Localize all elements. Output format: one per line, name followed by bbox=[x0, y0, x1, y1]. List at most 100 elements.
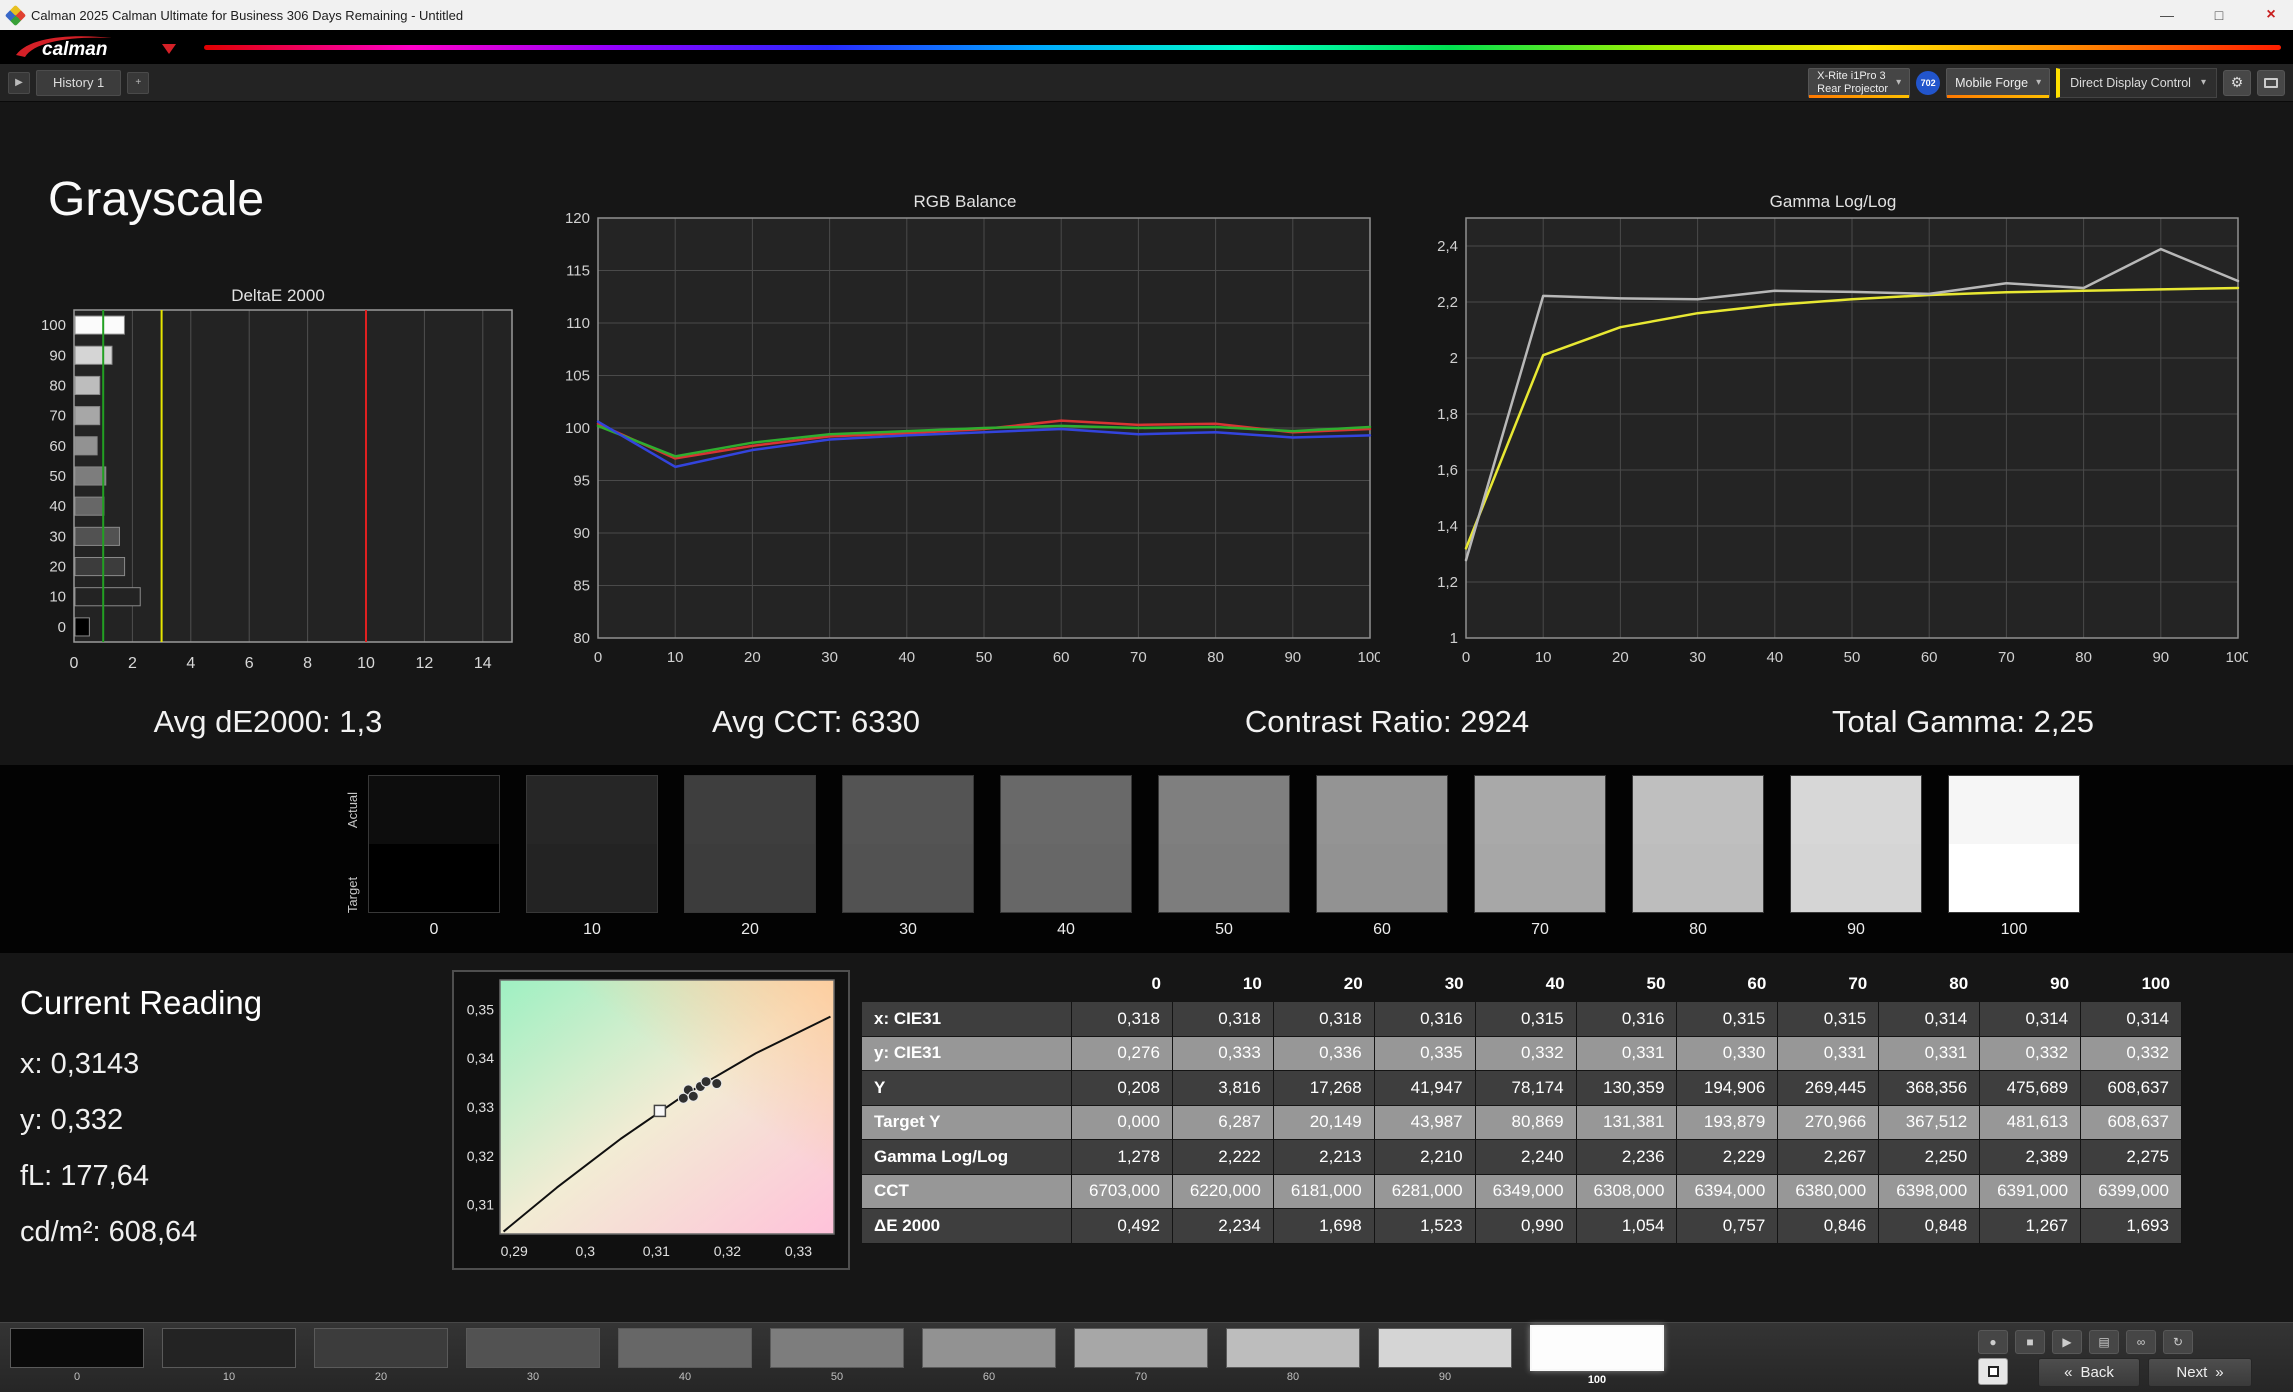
svg-text:10: 10 bbox=[1535, 649, 1552, 666]
swatch-level-label: 90 bbox=[1847, 921, 1865, 939]
swatch-level-label: 10 bbox=[583, 921, 601, 939]
pattern-button-10[interactable]: 10 bbox=[162, 1328, 296, 1383]
settings-button[interactable]: ⚙ bbox=[2223, 70, 2251, 96]
pattern-source-select[interactable]: Mobile Forge ▾ bbox=[1946, 68, 2050, 98]
display-control-select[interactable]: Direct Display Control ▾ bbox=[2056, 68, 2217, 98]
svg-text:40: 40 bbox=[898, 649, 915, 666]
pattern-button-0[interactable]: 0 bbox=[10, 1328, 144, 1383]
pattern-button-70[interactable]: 70 bbox=[1074, 1328, 1208, 1383]
continuous-button[interactable]: ∞ bbox=[2126, 1330, 2156, 1354]
page-title: Grayscale bbox=[48, 172, 264, 227]
swatch-actual-half bbox=[527, 776, 657, 844]
table-cell: 2,222 bbox=[1173, 1140, 1274, 1174]
table-row: Y0,2083,81617,26841,94778,174130,359194,… bbox=[862, 1071, 2182, 1106]
svg-text:0,32: 0,32 bbox=[467, 1148, 494, 1164]
stop-button[interactable]: ■ bbox=[2015, 1330, 2045, 1354]
table-cell: 367,512 bbox=[1879, 1106, 1980, 1140]
save-icon: ▤ bbox=[2098, 1335, 2109, 1349]
back-button[interactable]: « Back bbox=[2038, 1358, 2140, 1387]
svg-text:30: 30 bbox=[1689, 649, 1706, 666]
current-reading-fl: fL: 177,64 bbox=[20, 1160, 149, 1193]
svg-text:70: 70 bbox=[49, 408, 66, 425]
maximize-button[interactable]: □ bbox=[2197, 0, 2241, 30]
calman-app-window: Calman 2025 Calman Ultimate for Business… bbox=[0, 0, 2293, 1392]
swatch-patch bbox=[368, 775, 500, 913]
pattern-button-40[interactable]: 40 bbox=[618, 1328, 752, 1383]
swatch-actual-half bbox=[1949, 776, 2079, 844]
pattern-label: 10 bbox=[223, 1371, 235, 1383]
svg-text:0,33: 0,33 bbox=[785, 1243, 812, 1259]
minimize-button[interactable]: — bbox=[2145, 0, 2189, 30]
play-button[interactable]: ▶ bbox=[2052, 1330, 2082, 1354]
pattern-patch bbox=[10, 1328, 144, 1368]
next-button[interactable]: Next » bbox=[2148, 1358, 2252, 1387]
pattern-patch bbox=[1378, 1328, 1512, 1368]
add-page-button[interactable]: + bbox=[127, 72, 149, 94]
pattern-button-30[interactable]: 30 bbox=[466, 1328, 600, 1383]
pattern-button-60[interactable]: 60 bbox=[922, 1328, 1056, 1383]
pattern-button-80[interactable]: 80 bbox=[1226, 1328, 1360, 1383]
record-icon: ● bbox=[1989, 1335, 1996, 1349]
svg-text:10: 10 bbox=[667, 649, 684, 666]
svg-text:80: 80 bbox=[2075, 649, 2092, 666]
svg-text:50: 50 bbox=[49, 468, 66, 485]
swatch-patch bbox=[1158, 775, 1290, 913]
svg-text:1,6: 1,6 bbox=[1437, 462, 1458, 479]
svg-text:100: 100 bbox=[565, 420, 590, 437]
swatch-patch bbox=[1316, 775, 1448, 913]
pattern-label: 90 bbox=[1439, 1371, 1451, 1383]
pattern-button-90[interactable]: 90 bbox=[1378, 1328, 1512, 1383]
pattern-source-label: Mobile Forge bbox=[1955, 76, 2028, 90]
meter-accent-underline bbox=[1809, 95, 1909, 98]
refresh-button[interactable]: ↻ bbox=[2163, 1330, 2193, 1354]
calman-logo[interactable]: calman bbox=[12, 32, 192, 62]
history-expand-button[interactable]: ▶ bbox=[8, 72, 30, 94]
swatch-patch bbox=[1790, 775, 1922, 913]
table-col-header: 80 bbox=[1879, 966, 1980, 1002]
table-cell: 0,331 bbox=[1778, 1037, 1879, 1071]
current-reading-x: x: 0,3143 bbox=[20, 1048, 139, 1081]
record-button[interactable]: ● bbox=[1978, 1330, 2008, 1354]
svg-text:50: 50 bbox=[976, 649, 993, 666]
pattern-window-button[interactable] bbox=[1978, 1358, 2008, 1385]
table-cell: 3,816 bbox=[1173, 1071, 1274, 1105]
tab-history-1[interactable]: History 1 bbox=[36, 70, 121, 96]
swatch-patch bbox=[684, 775, 816, 913]
table-cell: 6220,000 bbox=[1173, 1175, 1274, 1209]
save-button[interactable]: ▤ bbox=[2089, 1330, 2119, 1354]
swatch-target-half bbox=[1001, 844, 1131, 912]
swatch-target-half bbox=[1317, 844, 1447, 912]
deltae-bar-10 bbox=[75, 588, 140, 606]
table-cell: 194,906 bbox=[1677, 1071, 1778, 1105]
pattern-patch bbox=[922, 1328, 1056, 1368]
table-cell: 1,523 bbox=[1375, 1209, 1476, 1243]
table-row: y: CIE310,2760,3330,3360,3350,3320,3310,… bbox=[862, 1037, 2182, 1072]
target-row-label: Target bbox=[344, 855, 360, 935]
close-button[interactable]: × bbox=[2249, 0, 2293, 30]
stat-avg-cct: Avg CCT: 6330 bbox=[712, 704, 920, 740]
table-col-header: 50 bbox=[1577, 966, 1678, 1002]
pattern-label: 60 bbox=[983, 1371, 995, 1383]
swatch-patch bbox=[1632, 775, 1764, 913]
meter-select-text: X-Rite i1Pro 3 Rear Projector bbox=[1817, 70, 1888, 96]
table-cell: 0,314 bbox=[1980, 1002, 2081, 1036]
svg-text:12: 12 bbox=[416, 655, 434, 672]
title-bar: Calman 2025 Calman Ultimate for Business… bbox=[0, 0, 2293, 30]
swatch-actual-half bbox=[1475, 776, 1605, 844]
pattern-button-50[interactable]: 50 bbox=[770, 1328, 904, 1383]
maximize-icon: □ bbox=[2215, 7, 2223, 23]
pattern-button-20[interactable]: 20 bbox=[314, 1328, 448, 1383]
pattern-label: 50 bbox=[831, 1371, 843, 1383]
swatch-actual-half bbox=[369, 776, 499, 844]
window-layout-button[interactable] bbox=[2257, 70, 2285, 96]
rgb-balance-chart-block: RGB Balance 8085909510010511011512001020… bbox=[550, 186, 1380, 678]
meter-select[interactable]: X-Rite i1Pro 3 Rear Projector ▾ bbox=[1808, 68, 1910, 98]
grayscale-swatch-50: 50 bbox=[1158, 775, 1290, 939]
table-cell: 6308,000 bbox=[1577, 1175, 1678, 1209]
next-label: Next bbox=[2176, 1364, 2207, 1381]
deltae-bar-60 bbox=[75, 437, 97, 455]
swatch-actual-half bbox=[1317, 776, 1447, 844]
chevron-down-icon: ▾ bbox=[2036, 77, 2041, 88]
table-cell: 2,275 bbox=[2081, 1140, 2182, 1174]
pattern-button-100[interactable]: 100 bbox=[1530, 1328, 1664, 1386]
